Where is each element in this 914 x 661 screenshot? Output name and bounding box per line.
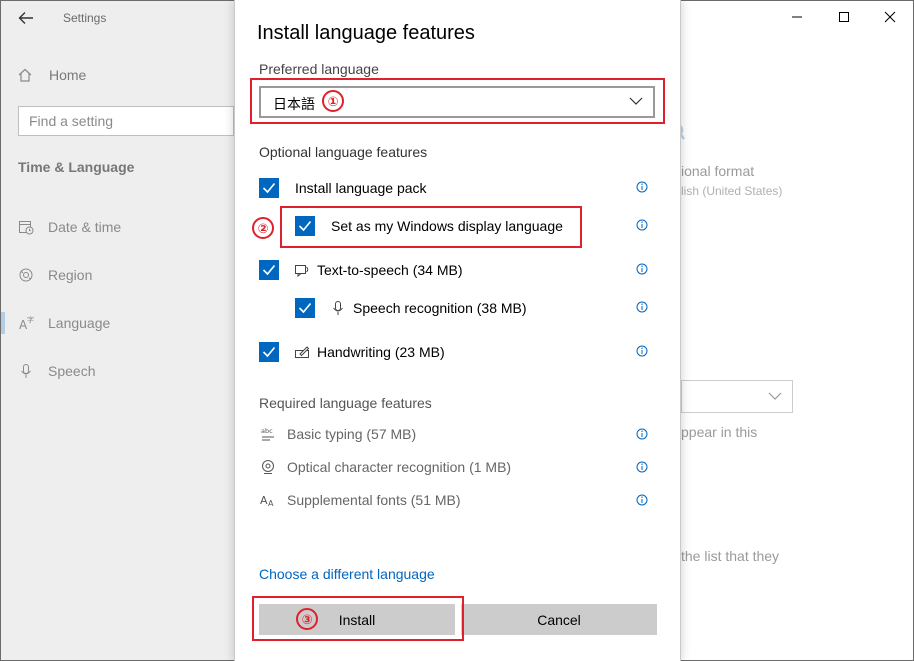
option-label: Set as my Windows display language [331, 218, 563, 234]
globe-icon [19, 268, 33, 282]
cancel-button[interactable]: Cancel [461, 604, 657, 635]
checkmark-icon [298, 302, 312, 314]
annotation-step-1: ① [322, 90, 344, 112]
home-icon [18, 68, 32, 82]
annotation-box-3 [252, 596, 464, 641]
font-icon: AA [259, 491, 277, 509]
sidebar-item-label: Speech [48, 363, 96, 379]
sidebar-item-speech[interactable]: Speech [18, 360, 95, 382]
close-button[interactable] [879, 6, 901, 28]
info-icon[interactable] [636, 181, 648, 193]
language-icon: A字 [19, 315, 34, 331]
required-supplemental-fonts: AA Supplemental fonts (51 MB) [259, 490, 461, 510]
option-label: Speech recognition (38 MB) [353, 300, 527, 316]
sidebar-item-label: Date & time [48, 219, 122, 235]
sidebar-item-home[interactable]: Home [17, 65, 86, 85]
camera-icon [259, 458, 277, 476]
required-label: Optical character recognition (1 MB) [287, 459, 512, 475]
option-handwriting[interactable]: Handwriting (23 MB) [259, 341, 445, 363]
checkbox-checked[interactable] [259, 178, 279, 198]
info-icon[interactable] [636, 345, 648, 357]
checkmark-icon [298, 220, 312, 232]
pen-icon [293, 343, 311, 361]
checkbox-checked[interactable] [295, 216, 315, 236]
microphone-icon [329, 299, 347, 317]
option-install-language-pack[interactable]: Install language pack [259, 177, 427, 199]
info-icon[interactable] [636, 461, 648, 473]
info-icon[interactable] [636, 263, 648, 275]
svg-text:A: A [260, 494, 268, 507]
info-icon[interactable] [636, 301, 648, 313]
annotation-step-2: ② [252, 217, 274, 239]
required-features-label: Required language features [259, 395, 432, 411]
abc-icon: abc [259, 425, 277, 443]
info-icon[interactable] [636, 494, 648, 506]
microphone-icon [21, 364, 31, 378]
settings-sidebar: Settings Home Time & Language Date & tim… [1, 1, 234, 660]
info-icon[interactable] [636, 219, 648, 231]
option-label: Handwriting (23 MB) [317, 344, 445, 360]
preferred-language-label: Preferred language [259, 61, 379, 77]
required-label: Supplemental fonts (51 MB) [287, 492, 461, 508]
close-icon [884, 11, 896, 23]
sidebar-item-date-time[interactable]: Date & time [18, 216, 121, 238]
search-field[interactable] [18, 106, 234, 136]
app-title: Settings [63, 11, 107, 25]
minimize-icon [792, 16, 802, 18]
checkmark-icon [262, 182, 276, 194]
annotation-box-1 [250, 78, 665, 124]
annotation-step-3: ③ [296, 608, 318, 630]
required-label: Basic typing (57 MB) [287, 426, 417, 442]
info-icon[interactable] [636, 428, 648, 440]
option-text-to-speech[interactable]: Text-to-speech (34 MB) [259, 259, 463, 281]
background-text-list: the list that they [681, 548, 780, 564]
sidebar-item-label: Home [49, 67, 87, 83]
sidebar-item-language[interactable]: A字 Language [18, 312, 110, 334]
required-ocr: Optical character recognition (1 MB) [259, 457, 511, 477]
svg-text:字: 字 [27, 315, 34, 324]
back-arrow-icon[interactable] [17, 9, 37, 29]
checkmark-icon [262, 346, 276, 358]
regional-format-value: lish (United States) [681, 184, 783, 198]
chevron-down-icon [768, 392, 782, 400]
background-dropdown[interactable] [681, 380, 793, 413]
option-speech-recognition[interactable]: Speech recognition (38 MB) [295, 297, 527, 319]
sidebar-item-label: Language [48, 315, 111, 331]
sidebar-item-region[interactable]: Region [18, 264, 92, 286]
speech-bubble-icon [293, 261, 311, 279]
dialog-title: Install language features [257, 22, 475, 44]
sidebar-item-label: Region [48, 267, 93, 283]
section-title: Time & Language [18, 159, 135, 175]
calendar-clock-icon [19, 221, 34, 235]
svg-text:A: A [268, 499, 274, 508]
checkmark-icon [262, 264, 276, 276]
install-language-dialog: Install language features Preferred lang… [234, 0, 681, 661]
minimize-button[interactable] [786, 6, 808, 28]
optional-features-label: Optional language features [259, 144, 428, 160]
option-label: Install language pack [295, 180, 427, 196]
choose-different-language-link[interactable]: Choose a different language [259, 566, 435, 582]
checkbox-checked[interactable] [295, 298, 315, 318]
checkbox-checked[interactable] [259, 342, 279, 362]
regional-format-label: ional format [681, 163, 755, 179]
search-input[interactable] [19, 107, 233, 135]
option-display-language[interactable]: Set as my Windows display language [295, 215, 563, 237]
maximize-button[interactable] [833, 6, 855, 28]
svg-text:abc: abc [261, 427, 273, 435]
active-nav-indicator [1, 312, 5, 334]
checkbox-checked[interactable] [259, 260, 279, 280]
background-text-appear: ppear in this [681, 424, 758, 440]
option-label: Text-to-speech (34 MB) [317, 262, 463, 278]
required-basic-typing: abc Basic typing (57 MB) [259, 424, 416, 444]
maximize-icon [839, 12, 849, 22]
